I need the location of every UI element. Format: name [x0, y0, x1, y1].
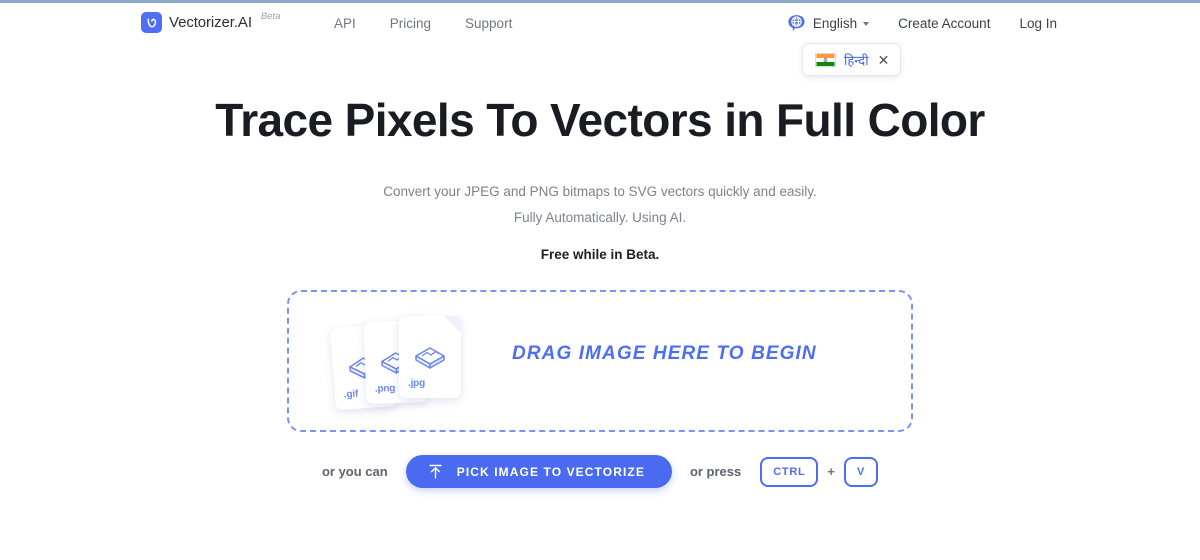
file-type-illustration: .gif .png .jpg: [330, 312, 493, 420]
key-ctrl[interactable]: CTRL: [760, 456, 819, 487]
or-press-label: or press: [689, 464, 742, 479]
language-suggestion-popup[interactable]: हिन्दी ✕: [802, 43, 902, 76]
brand-name: Vectorizer.AI: [169, 14, 252, 31]
hero-subtitle: Convert your JPEG and PNG bitmaps to SVG…: [0, 179, 1200, 231]
vectorizer-v-logo-icon: [141, 12, 162, 33]
file-card-ext-label: .png: [374, 383, 396, 395]
pick-image-button-label: PICK IMAGE TO VECTORIZE: [456, 464, 645, 479]
brand-beta-tag: Beta: [260, 11, 281, 22]
keyboard-shortcut: CTRL + V: [760, 456, 879, 487]
india-flag-icon: [815, 52, 836, 67]
language-selector[interactable]: English: [787, 14, 870, 33]
site-header: Vectorizer.AI Beta API Pricing Support E…: [0, 3, 1200, 76]
page-title: Trace Pixels To Vectors in Full Color: [215, 94, 985, 146]
brand-logo[interactable]: Vectorizer.AI Beta: [141, 11, 281, 33]
key-v[interactable]: V: [843, 456, 879, 487]
main-nav: API Pricing Support: [334, 16, 512, 31]
upload-action-row: or you can PICK IMAGE TO VECTORIZE or pr…: [0, 455, 1200, 488]
close-icon[interactable]: ✕: [878, 53, 890, 67]
language-label: English: [812, 16, 858, 31]
globe-icon: [788, 15, 805, 32]
or-you-can-label: or you can: [321, 464, 388, 479]
image-dropzone[interactable]: .gif .png .jpg DRAG IMAGE HERE TO BEGIN: [287, 290, 913, 432]
chevron-down-icon: [863, 21, 870, 26]
file-card-jpg: .jpg: [399, 316, 461, 398]
image-file-icon: [415, 347, 445, 369]
dropzone-prompt: DRAG IMAGE HERE TO BEGIN: [512, 343, 817, 364]
nav-item-support[interactable]: Support: [465, 16, 512, 31]
language-suggestion-label: हिन्दी: [844, 52, 869, 68]
hero-subtitle-line-2: Fully Automatically. Using AI.: [513, 210, 687, 225]
log-in-link[interactable]: Log In: [1019, 16, 1057, 31]
nav-item-pricing[interactable]: Pricing: [390, 16, 431, 31]
page-fold-corner: [444, 316, 461, 333]
upload-arrow-icon: [429, 464, 442, 479]
nav-item-api[interactable]: API: [334, 16, 356, 31]
page-root: Vectorizer.AI Beta API Pricing Support E…: [0, 0, 1200, 560]
create-account-link[interactable]: Create Account: [898, 16, 990, 31]
pick-image-button[interactable]: PICK IMAGE TO VECTORIZE: [405, 455, 672, 488]
hero-subtitle-line-1: Convert your JPEG and PNG bitmaps to SVG…: [383, 184, 817, 199]
file-card-ext-label: .jpg: [408, 378, 425, 389]
account-nav: English Create Account Log In: [787, 14, 1057, 33]
free-beta-note: Free while in Beta.: [540, 247, 660, 262]
file-card-ext-label: .gif: [343, 388, 359, 401]
key-separator: +: [827, 464, 835, 479]
